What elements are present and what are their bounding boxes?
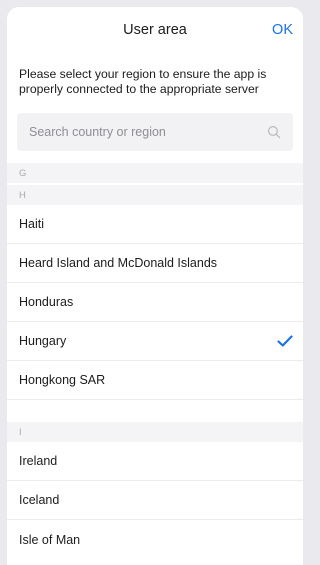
search-icon[interactable]	[267, 125, 281, 139]
list-item-label: Honduras	[19, 295, 74, 309]
list-item-label: Isle of Man	[19, 532, 81, 547]
list-item-label: Haiti	[19, 217, 45, 231]
ok-button[interactable]: OK	[272, 7, 293, 53]
list-item-isle-of-man[interactable]: Isle of Man	[7, 520, 303, 559]
list-item-haiti[interactable]: Haiti	[7, 205, 303, 244]
region-notice: Please select your region to ensure the …	[19, 67, 267, 96]
section-header-g: G	[7, 163, 303, 183]
search-bar[interactable]	[17, 113, 293, 151]
header: User area OK	[7, 7, 303, 53]
list-item-label: Ireland	[19, 454, 58, 468]
list-item-heard-island[interactable]: Heard Island and McDonald Islands	[7, 244, 303, 283]
list-item-label: Hongkong SAR	[19, 373, 106, 387]
list-item-iceland[interactable]: Iceland	[7, 481, 303, 520]
search-input[interactable]	[29, 125, 267, 139]
list-item-hungary[interactable]: Hungary	[7, 322, 303, 361]
list-item-hongkong[interactable]: Hongkong SAR	[7, 361, 303, 400]
list-item-label: Iceland	[19, 493, 60, 507]
region-sheet: User area OK Please select your region t…	[7, 7, 303, 565]
list-item-honduras[interactable]: Honduras	[7, 283, 303, 322]
list-item-label: Heard Island and McDonald Islands	[19, 256, 218, 270]
page-title: User area	[123, 22, 187, 38]
region-list: G H Haiti Heard Island and McDonald Isla…	[7, 163, 303, 559]
section-header-i: I	[7, 422, 303, 442]
section-header-h: H	[7, 185, 303, 205]
list-item-ireland[interactable]: Ireland	[7, 442, 303, 481]
checkmark-icon	[277, 335, 293, 347]
list-item-label: Hungary	[19, 334, 67, 348]
